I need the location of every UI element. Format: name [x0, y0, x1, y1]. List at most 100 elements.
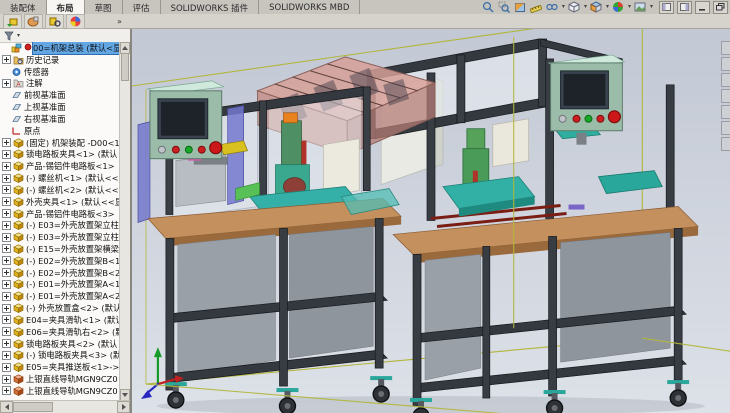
- dropdown-caret-icon[interactable]: ▾: [562, 4, 565, 10]
- expand-toggle-icon[interactable]: [2, 327, 11, 336]
- expand-toggle-icon[interactable]: [2, 162, 11, 171]
- tree-item-30[interactable]: 上银直线导轨MGN9CZ0: [0, 385, 120, 397]
- hide-show-items-icon[interactable]: [546, 1, 559, 13]
- expand-toggle-icon[interactable]: [2, 280, 11, 289]
- expand-toggle-icon[interactable]: [2, 233, 11, 242]
- expand-toggle-icon[interactable]: [2, 363, 11, 372]
- tree-item-20[interactable]: (-) E02=外壳放置架B<2: [0, 267, 120, 279]
- tree-item-12[interactable]: (-) 螺丝机<1> (默认<<: [0, 172, 120, 184]
- task-pane-tab[interactable]: [721, 105, 730, 119]
- tab-4[interactable]: 评估: [123, 0, 161, 14]
- tab-1[interactable]: 装配体: [0, 0, 47, 14]
- tree-item-15[interactable]: 产品-锡铝件电路板<3>: [0, 208, 120, 220]
- tree-item-9[interactable]: (固定) 机架装配 -D00<1: [0, 137, 120, 149]
- expand-toggle-icon[interactable]: [2, 304, 11, 313]
- tree-item-14[interactable]: 外壳夹具<1> (默认<<显: [0, 196, 120, 208]
- tree-item-23[interactable]: (-) 外壳放置盒<2> (默认: [0, 302, 120, 314]
- expand-toggle-icon[interactable]: [2, 375, 11, 384]
- expand-toggle-icon[interactable]: [2, 315, 11, 324]
- zoom-to-fit-icon[interactable]: [482, 1, 495, 13]
- task-pane-tab[interactable]: [721, 121, 730, 135]
- expand-toggle-icon[interactable]: [2, 221, 11, 230]
- expand-toggle-icon[interactable]: [2, 351, 11, 360]
- dropdown-caret-icon[interactable]: ▾: [606, 4, 609, 10]
- tree-item-28[interactable]: E05=夹具推送板<1>->: [0, 361, 120, 373]
- dropdown-caret-icon[interactable]: ▾: [628, 4, 631, 10]
- expand-toggle-icon[interactable]: [2, 185, 11, 194]
- edit-appearance-icon[interactable]: [612, 1, 625, 13]
- tab-2[interactable]: 布局: [47, 0, 85, 14]
- task-pane-tab[interactable]: [721, 137, 730, 151]
- tree-item-2[interactable]: 历史记录: [0, 54, 120, 66]
- tree-item-29[interactable]: 上银直线导轨MGN9CZ0: [0, 373, 120, 385]
- expand-toggle-icon[interactable]: [2, 386, 11, 395]
- dropdown-caret-icon[interactable]: ▾: [650, 4, 653, 10]
- scroll-thumb[interactable]: [121, 53, 129, 81]
- tree-item-16[interactable]: (-) E03=外壳放置架立柱: [0, 219, 120, 231]
- tree-item-22[interactable]: (-) E01=外壳放置架A<2: [0, 290, 120, 302]
- tree-item-6[interactable]: 上视基准面: [0, 101, 120, 113]
- mate-icon[interactable]: [24, 14, 43, 29]
- tree-item-21[interactable]: (-) E01=外壳放置架A<1: [0, 279, 120, 291]
- tree-item-11[interactable]: 产品-锡铝件电路板<1>: [0, 160, 120, 172]
- expand-toggle-icon[interactable]: [2, 197, 11, 206]
- dropdown-caret-icon[interactable]: ▾: [584, 4, 587, 10]
- expand-toggle-icon[interactable]: [2, 244, 11, 253]
- tree-item-3[interactable]: 传感器: [0, 66, 120, 78]
- tree-item-5[interactable]: 前视基准面: [0, 89, 120, 101]
- tree-filter-row[interactable]: ▾: [0, 29, 130, 43]
- expand-toggle-icon[interactable]: [2, 174, 11, 183]
- restore-button[interactable]: [713, 1, 728, 14]
- tree-item-26[interactable]: 锁电路板夹具<2> (默认: [0, 338, 120, 350]
- tree-item-8[interactable]: 原点: [0, 125, 120, 137]
- task-pane-tab[interactable]: [721, 41, 730, 55]
- hmi-panel-right[interactable]: [549, 55, 625, 145]
- expand-toggle-icon[interactable]: [2, 292, 11, 301]
- machine-left[interactable]: [138, 81, 370, 223]
- expand-toggle-icon[interactable]: [2, 256, 11, 265]
- expand-toggle-icon[interactable]: [2, 79, 11, 88]
- scroll-right-button[interactable]: [117, 401, 130, 413]
- 3d-viewport[interactable]: [132, 29, 730, 413]
- tree-item-10[interactable]: 锁电路板夹具<1> (默认: [0, 148, 120, 160]
- task-pane-tab[interactable]: [721, 89, 730, 103]
- tree-vertical-scrollbar[interactable]: [119, 42, 130, 401]
- tree-item-19[interactable]: (-) E02=外壳放置架B<1: [0, 255, 120, 267]
- tree-item-4[interactable]: A注解: [0, 77, 120, 89]
- expand-toggle-icon[interactable]: [2, 339, 11, 348]
- task-pane-tab[interactable]: [721, 57, 730, 71]
- expand-toggle-icon[interactable]: [2, 55, 11, 64]
- expand-toggle-icon[interactable]: [2, 209, 11, 218]
- tree-item-1[interactable]: 00=机架总装 (默认<显: [0, 42, 120, 54]
- display-style-icon[interactable]: [568, 1, 581, 13]
- insert-component-icon[interactable]: [3, 14, 22, 29]
- zoom-to-area-icon[interactable]: [498, 1, 511, 13]
- tree-item-24[interactable]: E04=夹具滑轨<1> (默认: [0, 314, 120, 326]
- tree-item-18[interactable]: (-) E15=外壳放置架横梁: [0, 243, 120, 255]
- tab-3[interactable]: 草图: [85, 0, 123, 14]
- apply-scene-icon[interactable]: [634, 1, 647, 13]
- section-view-icon[interactable]: [514, 1, 527, 13]
- tree-item-7[interactable]: 右视基准面: [0, 113, 120, 125]
- scroll-left-button[interactable]: [0, 401, 13, 413]
- measure-icon[interactable]: [530, 1, 543, 13]
- tab-6[interactable]: SOLIDWORKS MBD: [259, 0, 360, 14]
- toolbar-overflow-chevron[interactable]: »: [117, 17, 122, 26]
- task-pane-tab[interactable]: [721, 73, 730, 87]
- expand-toggle-icon[interactable]: [2, 138, 11, 147]
- tree-item-25[interactable]: E06=夹具滑轨右<2> (默: [0, 326, 120, 338]
- expand-toggle-icon[interactable]: [2, 268, 11, 277]
- tree-item-17[interactable]: (-) E03=外壳放置架立柱: [0, 231, 120, 243]
- tree-horizontal-scrollbar[interactable]: [0, 400, 130, 413]
- graphics-area[interactable]: [132, 29, 730, 413]
- expand-toggle-icon[interactable]: [2, 150, 11, 159]
- minimize-button[interactable]: [695, 1, 710, 14]
- scroll-thumb[interactable]: [13, 402, 53, 412]
- view-orientation-icon[interactable]: [590, 1, 603, 13]
- pane-right-button[interactable]: [677, 1, 692, 14]
- interference-check-icon[interactable]: [66, 14, 85, 29]
- tab-5[interactable]: SOLIDWORKS 插件: [161, 0, 260, 14]
- tree-item-13[interactable]: (-) 螺丝机<2> (默认<<: [0, 184, 120, 196]
- tree-item-27[interactable]: (-) 锁电路板夹具<3> (默: [0, 350, 120, 362]
- pane-left-button[interactable]: [659, 1, 674, 14]
